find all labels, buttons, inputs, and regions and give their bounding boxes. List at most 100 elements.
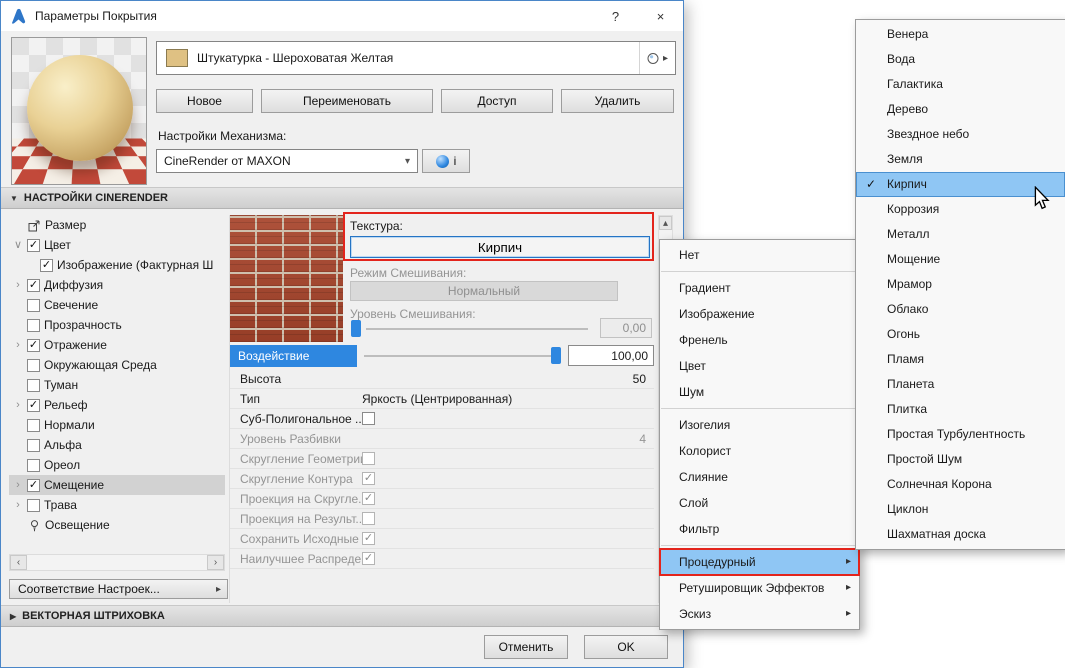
menu-item[interactable]: Слой: [660, 490, 859, 516]
tree-horizontal-scrollbar[interactable]: ‹ ›: [9, 554, 225, 571]
material-picker-button[interactable]: ▸: [638, 42, 675, 74]
tree-item[interactable]: Туман: [9, 375, 225, 395]
tree-item[interactable]: Свечение: [9, 295, 225, 315]
tree-item[interactable]: ✓ Изображение (Фактурная Ш: [9, 255, 225, 275]
menu-item[interactable]: Слияние: [660, 464, 859, 490]
menu-item[interactable]: Планета: [856, 372, 1065, 397]
menu-item[interactable]: Изображение: [660, 301, 859, 327]
displacement-rows: Высота 50 Тип Яркость (Центрированная) Суб-П…: [230, 369, 654, 569]
titlebar[interactable]: Параметры Покрытия ? ×: [1, 1, 683, 31]
menu-item[interactable]: Ретушировщик Эффектов ▸: [660, 575, 859, 601]
menu-item[interactable]: Простой Шум: [856, 447, 1065, 472]
influence-label[interactable]: Воздействие: [230, 345, 357, 367]
checkbox[interactable]: ✓: [27, 478, 40, 492]
tree-item[interactable]: › Трава: [9, 495, 225, 515]
rename-button[interactable]: Переименовать: [261, 89, 433, 113]
menu-item[interactable]: Дерево: [856, 97, 1065, 122]
checkbox[interactable]: [27, 498, 40, 512]
menu-item[interactable]: Шум: [660, 379, 859, 405]
menu-item[interactable]: Галактика: [856, 72, 1065, 97]
checkbox[interactable]: [27, 318, 40, 332]
menu-item[interactable]: Френель: [660, 327, 859, 353]
tree-item[interactable]: › ✓ Смещение: [9, 475, 225, 495]
tree-item[interactable]: Освещение: [9, 515, 225, 535]
tree-item[interactable]: › ✓ Рельеф: [9, 395, 225, 415]
tree-item[interactable]: › ✓ Диффузия: [9, 275, 225, 295]
scroll-left-icon[interactable]: ‹: [10, 555, 27, 570]
menu-item[interactable]: Мрамор: [856, 272, 1065, 297]
scroll-up-icon[interactable]: ▴: [659, 216, 672, 230]
new-button[interactable]: Новое: [156, 89, 253, 113]
blend-level-slider-track[interactable]: [366, 328, 588, 330]
match-settings-button[interactable]: Соответствие Настроек... ▸: [9, 579, 228, 599]
engine-info-button[interactable]: i: [422, 149, 470, 173]
menu-item[interactable]: Облако: [856, 297, 1065, 322]
section-cinerender[interactable]: ▼ НАСТРОЙКИ CINERENDER: [1, 187, 683, 209]
close-button[interactable]: ×: [638, 1, 683, 31]
tree-item[interactable]: Окружающая Среда: [9, 355, 225, 375]
menu-item[interactable]: Фильтр: [660, 516, 859, 542]
menu-item[interactable]: Циклон: [856, 497, 1065, 522]
checkbox[interactable]: [27, 438, 40, 452]
tree-item[interactable]: › ✓ Отражение: [9, 335, 225, 355]
section-vector-hatching[interactable]: ▶ ВЕКТОРНАЯ ШТРИХОВКА: [1, 605, 683, 627]
expand-icon[interactable]: ›: [13, 340, 23, 351]
material-name-field[interactable]: Штукатурка - Шероховатая Желтая ▸: [156, 41, 676, 75]
tree-item[interactable]: Размер: [9, 215, 225, 235]
menu-item[interactable]: Эскиз ▸: [660, 601, 859, 627]
menu-item[interactable]: Венера: [856, 22, 1065, 47]
menu-item[interactable]: Солнечная Корона: [856, 472, 1065, 497]
checkbox[interactable]: ✓: [27, 338, 40, 352]
ok-button[interactable]: OK: [584, 635, 668, 659]
tree-item[interactable]: Нормали: [9, 415, 225, 435]
menu-item[interactable]: Вода: [856, 47, 1065, 72]
menu-item[interactable]: Градиент: [660, 275, 859, 301]
expand-icon[interactable]: ›: [13, 280, 23, 291]
checkbox[interactable]: [27, 298, 40, 312]
engine-dropdown[interactable]: CineRender от MAXON ▾: [156, 149, 418, 173]
scroll-right-icon[interactable]: ›: [207, 555, 224, 570]
menu-item[interactable]: Простая Турбулентность: [856, 422, 1065, 447]
help-button[interactable]: ?: [593, 1, 638, 31]
section-open-icon: ▼: [10, 193, 18, 203]
checkbox[interactable]: [27, 418, 40, 432]
checkbox[interactable]: [27, 378, 40, 392]
expand-icon[interactable]: ›: [13, 400, 23, 411]
checkbox[interactable]: [362, 412, 375, 425]
menu-item[interactable]: Цвет: [660, 353, 859, 379]
checkbox[interactable]: ✓: [27, 278, 40, 292]
menu-item[interactable]: Колорист: [660, 438, 859, 464]
menu-item[interactable]: Звездное небо: [856, 122, 1065, 147]
tree-item[interactable]: Прозрачность: [9, 315, 225, 335]
checkbox[interactable]: ✓: [27, 398, 40, 412]
collapse-icon[interactable]: ∨: [13, 240, 23, 251]
menu-item[interactable]: Пламя: [856, 347, 1065, 372]
menu-item[interactable]: Огонь: [856, 322, 1065, 347]
checkbox[interactable]: [27, 358, 40, 372]
menu-item-label: Нет: [679, 248, 700, 262]
expand-icon[interactable]: ›: [13, 500, 23, 511]
influence-slider-track[interactable]: [364, 355, 556, 357]
menu-item[interactable]: Нет: [660, 242, 859, 268]
influence-slider-handle[interactable]: [551, 347, 561, 364]
expand-icon[interactable]: ›: [13, 480, 23, 491]
blend-level-slider-handle[interactable]: [351, 320, 361, 337]
menu-item[interactable]: Плитка: [856, 397, 1065, 422]
tree-item[interactable]: ∨ ✓ Цвет: [9, 235, 225, 255]
menu-item[interactable]: Мощение: [856, 247, 1065, 272]
menu-item[interactable]: Шахматная доска: [856, 522, 1065, 547]
delete-button[interactable]: Удалить: [561, 89, 674, 113]
menu-item[interactable]: Изогелия: [660, 412, 859, 438]
checkbox[interactable]: [27, 458, 40, 472]
menu-item[interactable]: Металл: [856, 222, 1065, 247]
tree-item-label: Альфа: [44, 438, 82, 452]
cancel-button[interactable]: Отменить: [484, 635, 568, 659]
menu-item[interactable]: Процедурный ▸: [659, 548, 860, 576]
influence-value-input[interactable]: 100,00: [568, 345, 654, 366]
checkbox[interactable]: ✓: [40, 258, 53, 272]
tree-item[interactable]: Альфа: [9, 435, 225, 455]
checkbox[interactable]: ✓: [27, 238, 40, 252]
access-button[interactable]: Доступ: [441, 89, 553, 113]
menu-item[interactable]: Земля: [856, 147, 1065, 172]
tree-item[interactable]: Ореол: [9, 455, 225, 475]
